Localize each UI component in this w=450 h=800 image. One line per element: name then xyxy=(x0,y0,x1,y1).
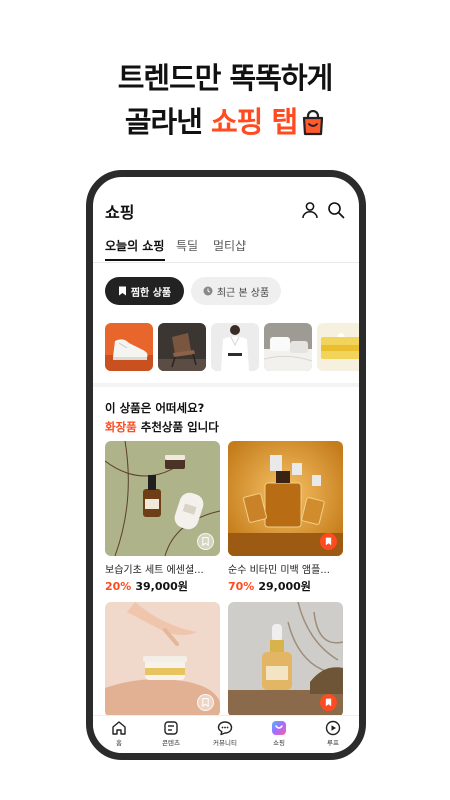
bottom-navigation: 홈 콘텐츠 커뮤니티 쇼핑 루프 xyxy=(93,715,359,753)
chair-thumbnail[interactable] xyxy=(158,323,206,371)
tab-today-shopping[interactable]: 오늘의 쇼핑 xyxy=(105,237,164,254)
recently-viewed-pill-button[interactable]: 최근 본 상품 xyxy=(191,277,281,305)
app-title: 쇼핑 xyxy=(105,203,135,222)
wishlist-pill-button[interactable]: 찜한 상품 xyxy=(105,277,184,305)
bookmark-icon xyxy=(202,537,209,546)
product-price: 70% 29,000원 xyxy=(228,578,311,594)
tissue-thumbnail[interactable] xyxy=(317,323,359,371)
tab-special-deal[interactable]: 특딜 xyxy=(176,237,198,254)
nav-label-community: 커뮤니티 xyxy=(213,739,237,747)
product-name[interactable]: 순수 비타민 미백 앰플... xyxy=(228,561,343,576)
recommendation-subtitle: 화장품 추천상품 입니다 xyxy=(105,418,219,437)
product-price-value: 29,000원 xyxy=(258,580,311,593)
headline-line-2: 골라낸 쇼핑 탭 xyxy=(0,100,450,148)
chat-icon xyxy=(217,721,233,736)
bedding-thumbnail[interactable] xyxy=(264,323,312,371)
profile-button[interactable] xyxy=(301,201,319,219)
recommendation-heading: 이 상품은 어떠세요? 화장품 추천상품 입니다 xyxy=(105,399,219,437)
headline-line-2-prefix: 골라낸 xyxy=(124,105,211,139)
recommendation-question: 이 상품은 어떠세요? xyxy=(105,401,205,415)
bookmark-icon xyxy=(325,537,332,546)
sneaker-thumbnail[interactable] xyxy=(105,323,153,371)
phone-frame: 쇼핑 오늘의 쇼핑 특딜 멀티샵 찜한 상품 최근 본 상품 이 상품은 어떠세… xyxy=(86,170,366,760)
promo-headline: 트렌드만 똑똑하게 골라낸 쇼핑 탭 xyxy=(0,56,450,148)
bookmark-toggle[interactable] xyxy=(320,533,337,550)
wishlist-pill-label: 찜한 상품 xyxy=(130,287,172,299)
nav-item-content[interactable]: 콘텐츠 xyxy=(151,720,191,747)
recently-viewed-pill-label: 최근 본 상품 xyxy=(216,287,270,299)
product-name[interactable]: 보습기초 세트 에센셜... xyxy=(105,561,220,576)
bookmark-icon xyxy=(325,698,332,707)
search-icon xyxy=(328,202,345,219)
shopping-tabs: 오늘의 쇼핑 특딜 멀티샵 xyxy=(93,233,359,263)
bookmark-icon xyxy=(118,286,126,296)
product-image-skincare-set[interactable] xyxy=(105,441,220,556)
nav-label-loop: 루프 xyxy=(327,739,339,747)
nav-item-home[interactable]: 홈 xyxy=(99,720,139,747)
section-divider xyxy=(93,383,359,387)
nav-label-shopping: 쇼핑 xyxy=(273,739,285,747)
bookmark-toggle[interactable] xyxy=(197,533,214,550)
home-icon xyxy=(112,721,126,735)
nav-label-home: 홈 xyxy=(116,739,122,747)
headline-accent: 쇼핑 탭 xyxy=(211,105,298,139)
product-image-dropper-serum[interactable] xyxy=(228,602,343,717)
product-image-cream-jar[interactable] xyxy=(105,602,220,717)
tab-multishop[interactable]: 멀티샵 xyxy=(213,237,246,254)
nav-item-community[interactable]: 커뮤니티 xyxy=(205,720,245,747)
nav-item-loop[interactable]: 루프 xyxy=(313,720,353,747)
blouse-thumbnail[interactable] xyxy=(211,323,259,371)
recommendation-rest: 추천상품 입니다 xyxy=(136,420,219,434)
app-bar: 쇼핑 xyxy=(93,177,359,233)
recommendation-category: 화장품 xyxy=(105,420,137,434)
bookmark-toggle[interactable] xyxy=(320,694,337,711)
recent-products-strip xyxy=(105,323,359,371)
product-image-vitamin-ampoule[interactable] xyxy=(228,441,343,556)
active-tab-indicator xyxy=(105,259,165,261)
product-discount: 20% xyxy=(105,580,132,593)
product-discount: 70% xyxy=(228,580,255,593)
shopping-bag-icon xyxy=(301,104,325,148)
bookmark-icon xyxy=(202,698,209,707)
product-price: 20% 39,000원 xyxy=(105,578,188,594)
user-icon xyxy=(302,202,318,219)
play-icon xyxy=(325,720,341,736)
search-button[interactable] xyxy=(327,201,345,219)
product-price-value: 39,000원 xyxy=(135,580,188,593)
nav-label-content: 콘텐츠 xyxy=(162,739,180,747)
content-icon xyxy=(164,721,178,735)
nav-item-shopping[interactable]: 쇼핑 xyxy=(259,720,299,747)
shopping-icon xyxy=(272,721,286,735)
clock-icon xyxy=(203,286,213,296)
bookmark-toggle[interactable] xyxy=(197,694,214,711)
headline-line-1: 트렌드만 똑똑하게 xyxy=(117,61,334,95)
